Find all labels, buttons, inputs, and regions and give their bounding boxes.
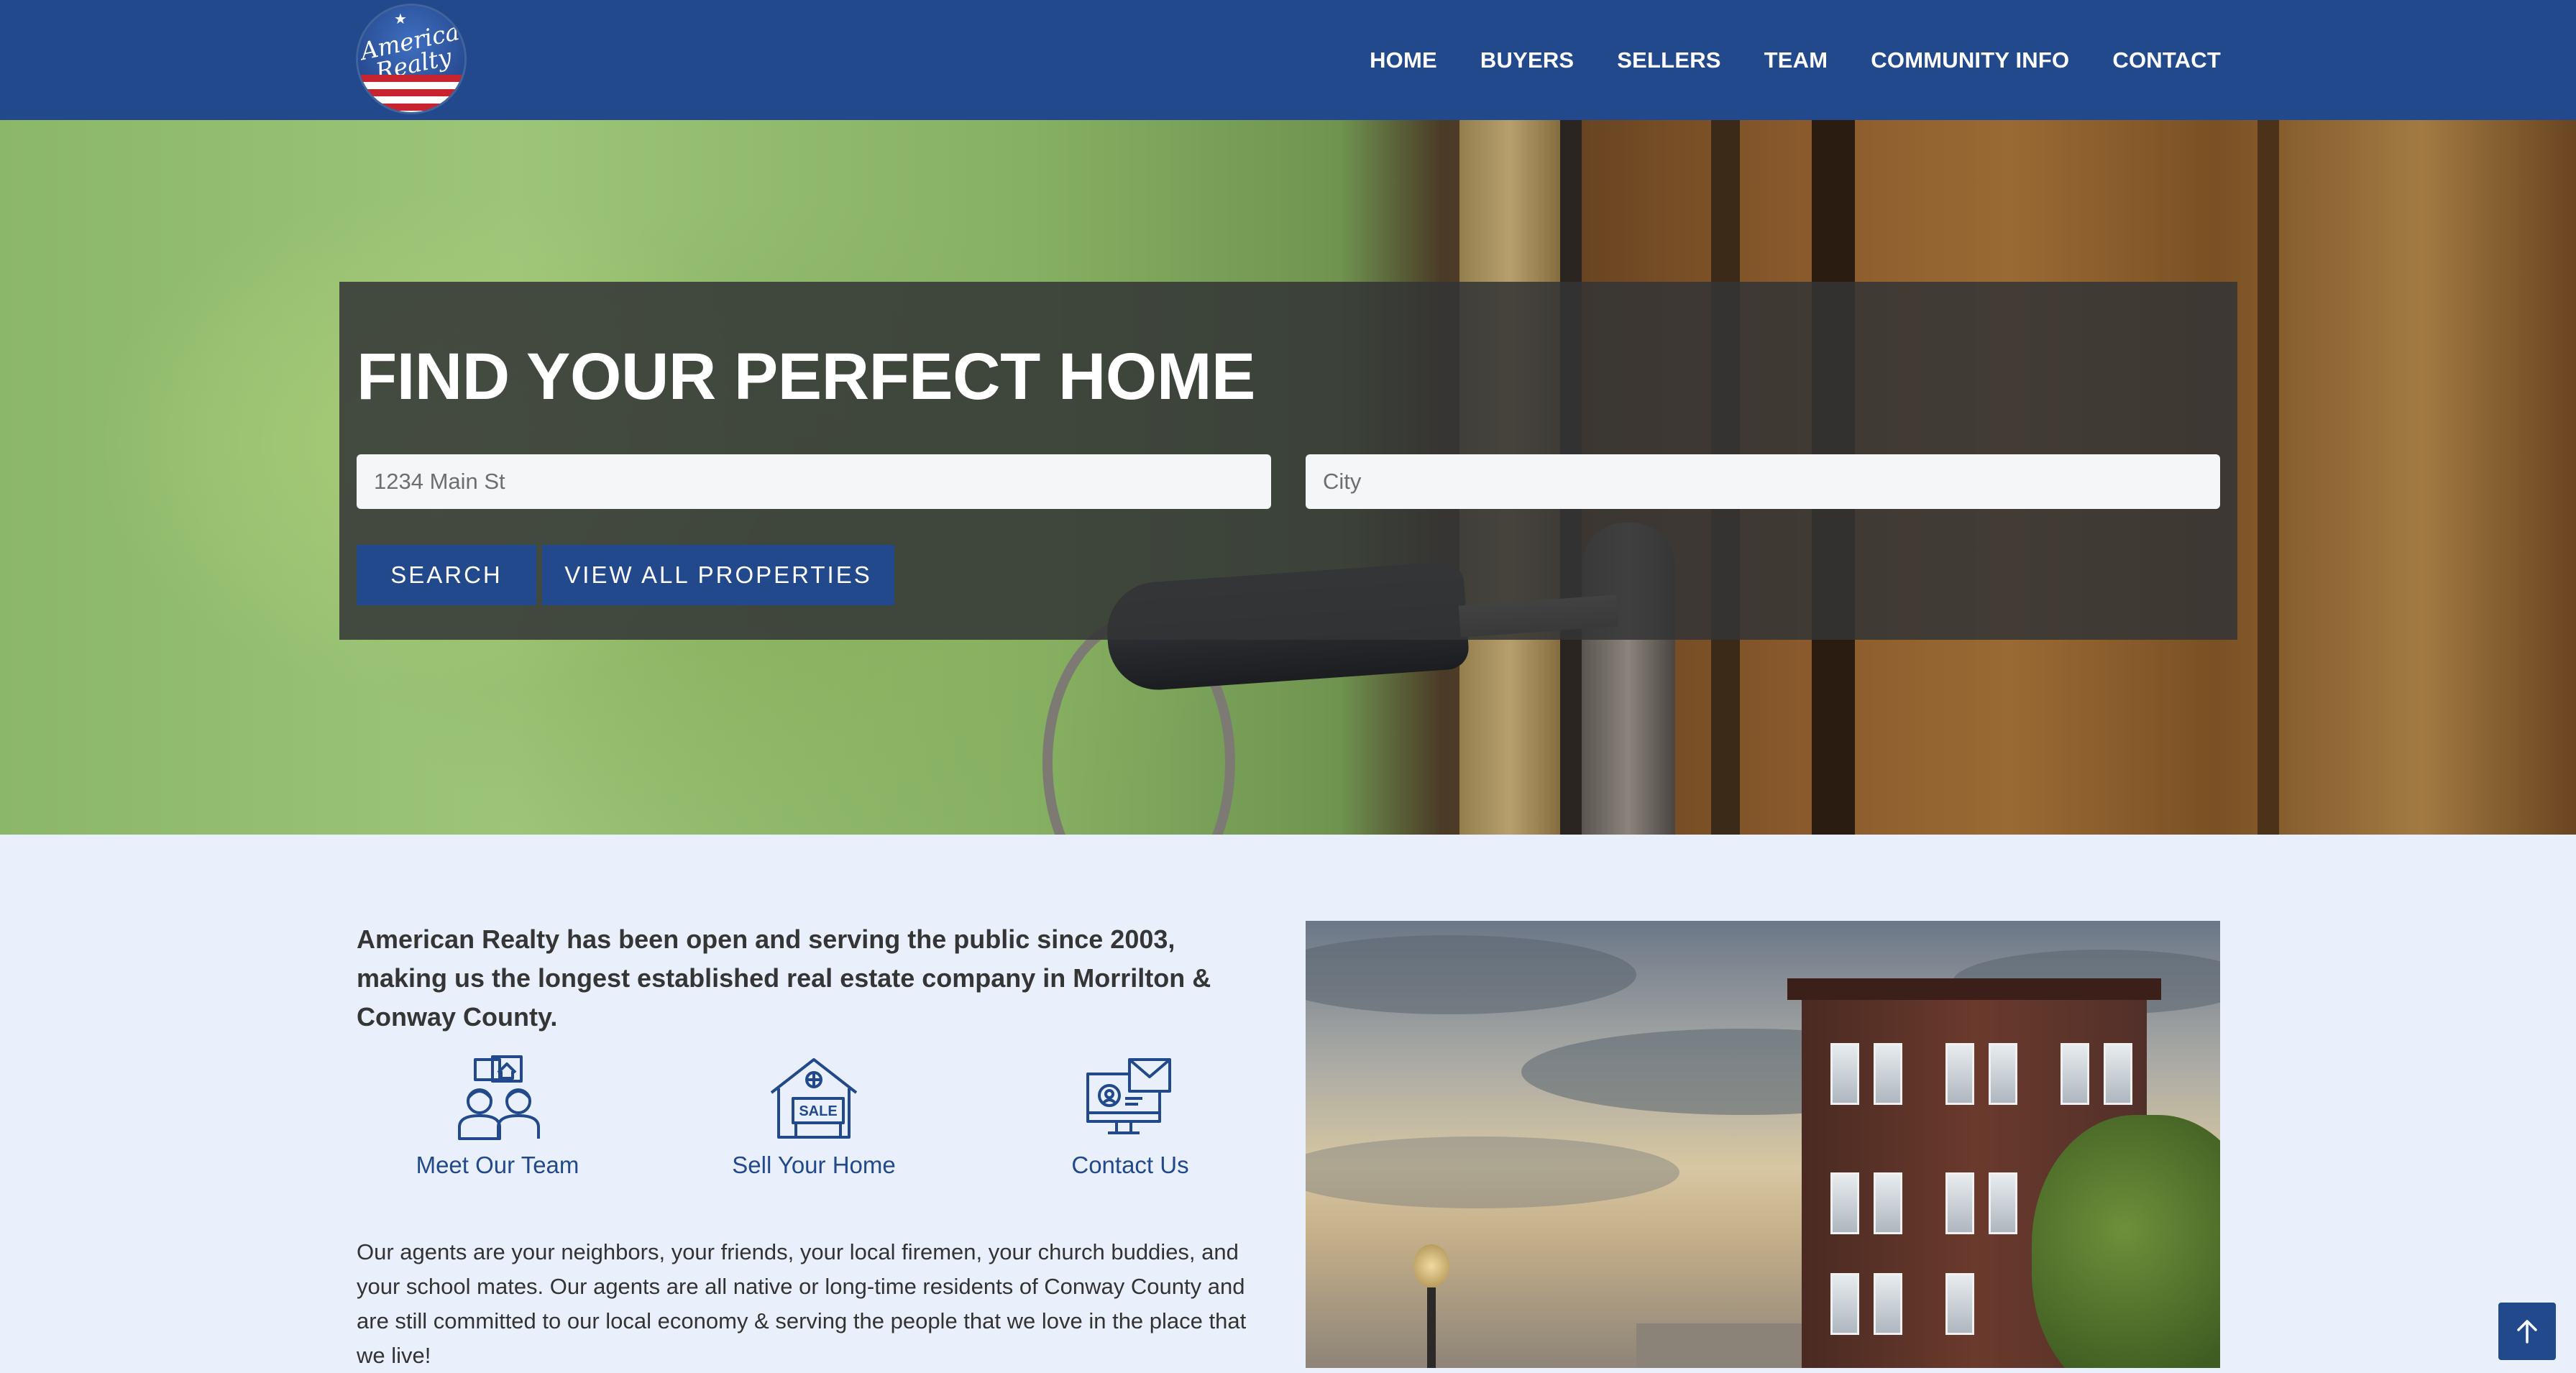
address-input[interactable] bbox=[357, 454, 1271, 509]
window bbox=[1874, 1172, 1902, 1234]
star-icon: ★ bbox=[394, 12, 407, 27]
window bbox=[1945, 1273, 1974, 1335]
city-input[interactable] bbox=[1306, 454, 2220, 509]
downtown-building-photo bbox=[1306, 921, 2220, 1368]
search-button[interactable]: SEARCH bbox=[357, 545, 536, 605]
view-all-properties-button[interactable]: VIEW ALL PROPERTIES bbox=[542, 545, 894, 605]
hero-title: FIND YOUR PERFECT HOME bbox=[357, 340, 1255, 413]
meet-our-team-label: Meet Our Team bbox=[416, 1152, 579, 1178]
cloud bbox=[1306, 935, 1636, 1014]
contact-us-link[interactable]: Contact Us bbox=[986, 1055, 1274, 1179]
nav-contact[interactable]: CONTACT bbox=[2112, 47, 2221, 73]
about-agents-text: Our agents are your neighbors, your frie… bbox=[357, 1239, 1247, 1368]
street-lamp bbox=[1413, 1244, 1449, 1368]
nav-team[interactable]: TEAM bbox=[1764, 47, 1828, 73]
nav-home[interactable]: HOME bbox=[1370, 47, 1437, 73]
team-icon bbox=[458, 1055, 540, 1140]
hero-banner: FIND YOUR PERFECT HOME SEARCH VIEW ALL P… bbox=[0, 120, 2576, 835]
main-nav: HOME BUYERS SELLERS TEAM COMMUNITY INFO … bbox=[1370, 0, 2221, 120]
window bbox=[1989, 1172, 2017, 1234]
nav-buyers[interactable]: BUYERS bbox=[1480, 47, 1574, 73]
meet-our-team-link[interactable]: Meet Our Team bbox=[354, 1055, 641, 1179]
building-cornice bbox=[1787, 978, 2161, 1000]
window bbox=[1945, 1172, 1974, 1234]
low-building bbox=[1636, 1323, 1802, 1368]
contact-computer-icon bbox=[1086, 1058, 1171, 1134]
door-frame bbox=[2258, 120, 2279, 835]
sell-your-home-label: Sell Your Home bbox=[732, 1152, 896, 1178]
window bbox=[2061, 1043, 2089, 1105]
window bbox=[1874, 1043, 1902, 1105]
window bbox=[1874, 1273, 1902, 1335]
sell-your-home-link[interactable]: SALE Sell Your Home bbox=[670, 1055, 958, 1179]
property-search-panel: FIND YOUR PERFECT HOME SEARCH VIEW ALL P… bbox=[339, 282, 2237, 640]
window bbox=[1830, 1172, 1859, 1234]
contact-us-label: Contact Us bbox=[1071, 1152, 1189, 1178]
american-realty-logo[interactable]: ★ American Realty bbox=[358, 6, 464, 112]
window bbox=[1830, 1043, 1859, 1105]
window bbox=[1830, 1273, 1859, 1335]
arrow-up-icon bbox=[2517, 1320, 2537, 1344]
intro-text: American Realty has been open and servin… bbox=[357, 924, 1211, 1032]
window bbox=[2104, 1043, 2132, 1105]
site-header: ★ American Realty HOME BUYERS SELLERS TE… bbox=[0, 0, 2576, 120]
house-sale-icon: SALE bbox=[770, 1058, 858, 1139]
cloud bbox=[1306, 1136, 1679, 1208]
window bbox=[1945, 1043, 1974, 1105]
flag-stripes bbox=[358, 75, 464, 112]
scroll-to-top-button[interactable] bbox=[2498, 1303, 2556, 1360]
nav-community-info[interactable]: COMMUNITY INFO bbox=[1871, 47, 2069, 73]
nav-sellers[interactable]: SELLERS bbox=[1617, 47, 1720, 73]
sale-sign-text: SALE bbox=[799, 1103, 837, 1119]
window bbox=[1989, 1043, 2017, 1105]
